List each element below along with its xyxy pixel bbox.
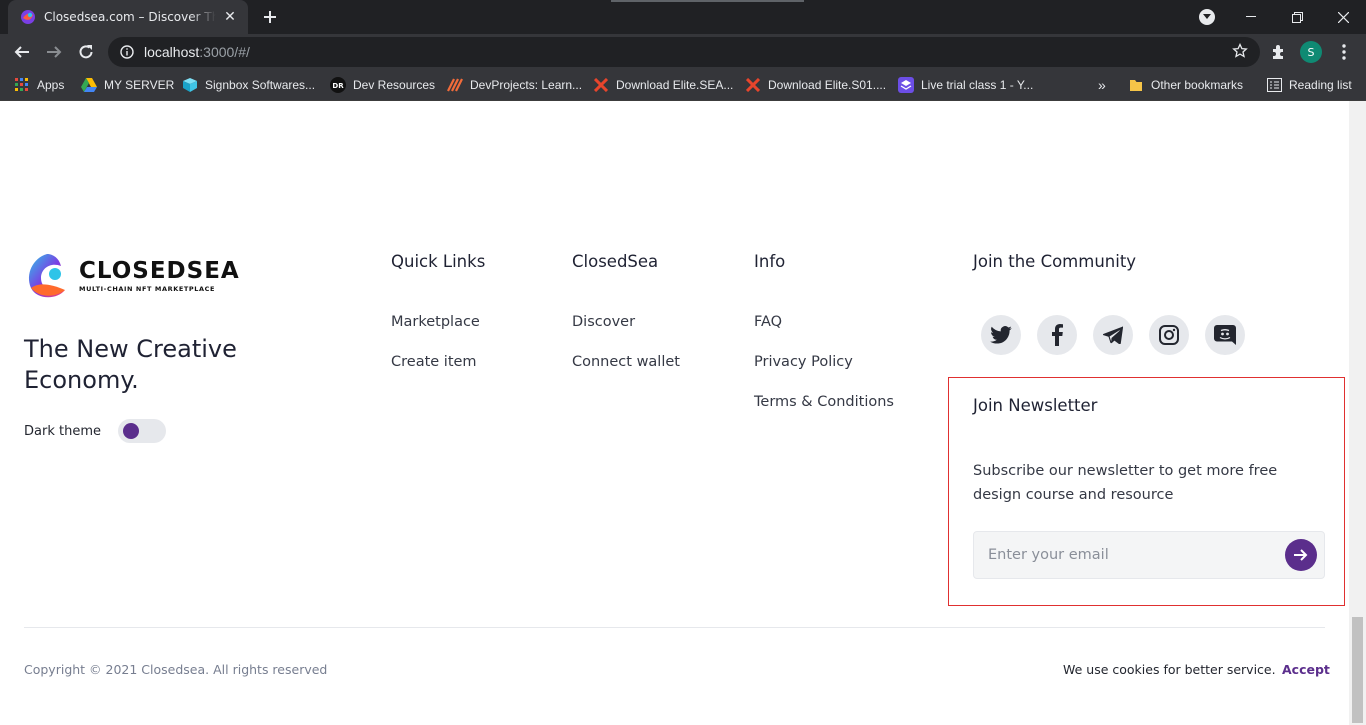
closedsea-logo-icon [28,254,65,298]
profile-avatar[interactable]: S [1300,41,1322,63]
twitter-link[interactable] [981,315,1021,355]
more-menu-icon[interactable] [1336,43,1352,61]
logo-wordmark: CLOSEDSEA MULTI-CHAIN NFT MARKETPLACE [79,259,240,293]
tab-search-dropdown-icon[interactable] [1199,9,1215,25]
url-text[interactable]: localhost:3000/#/ [144,44,250,60]
address-bar[interactable]: localhost:3000/#/ [108,37,1260,67]
page-viewport: CLOSEDSEA MULTI-CHAIN NFT MARKETPLACE Th… [0,101,1349,725]
facebook-link[interactable] [1037,315,1077,355]
layers-icon [898,77,914,93]
google-drive-icon [81,77,97,93]
info-icon[interactable] [120,45,134,59]
dr-icon: DR [330,77,346,93]
social-links [981,315,1261,355]
back-button[interactable] [10,40,34,64]
discord-icon [1214,325,1236,345]
newsletter-submit-button[interactable] [1285,539,1317,571]
closedsea-title: ClosedSea [572,252,659,271]
scrollbar-thumb[interactable] [1352,617,1363,723]
footer-divider [24,627,1325,628]
close-window-button[interactable] [1320,0,1366,34]
bookmark-download-elite-sea[interactable]: Download Elite.SEA... [593,70,733,100]
folder-icon [1128,77,1144,93]
reading-list-icon [1266,77,1282,93]
footer-headline: The New Creative Economy. [24,335,237,394]
cookie-notice: We use cookies for better service. [1063,662,1276,677]
bookmark-download-elite-s01[interactable]: Download Elite.S01.... [745,70,886,100]
dark-theme-label: Dark theme [24,423,101,439]
facebook-icon [1052,324,1063,346]
theme-toggle-row: Dark theme [24,419,166,443]
toggle-knob [122,423,139,439]
restore-button[interactable] [1274,0,1320,34]
reload-icon [79,45,93,59]
community-title: Join the Community [973,252,1137,271]
twitter-icon [990,326,1012,344]
restore-icon [1291,11,1303,23]
arrow-right-icon [1294,549,1308,561]
forward-button[interactable] [42,40,66,64]
info-title: Info [754,252,786,271]
bookmark-star-icon[interactable] [1232,43,1248,59]
devprojects-icon [447,77,463,93]
extensions-puzzle-icon[interactable] [1270,43,1288,61]
tab-title: Closedsea.com – Discover The Best NFTs [44,10,216,24]
copyright-text: Copyright © 2021 Closedsea. All rights r… [24,662,328,677]
close-icon [1337,11,1349,23]
page-scrollbar[interactable] [1349,101,1366,725]
bookmark-apps[interactable]: Apps [14,70,64,100]
telegram-icon [1103,326,1123,344]
telegram-link[interactable] [1093,315,1133,355]
minimize-button[interactable] [1228,0,1274,34]
newsletter-form [973,531,1325,579]
apps-grid-icon [14,77,30,93]
closedsea-favicon-icon [21,10,35,24]
browser-tabstrip: Closedsea.com – Discover The Best NFTs ✕ [0,0,1366,34]
instagram-link[interactable] [1149,315,1189,355]
logo-brand: CLOSEDSEA [79,258,240,284]
link-discover[interactable]: Discover [572,314,635,330]
accept-cookies-button[interactable]: Accept [1282,662,1330,677]
instagram-icon [1159,325,1179,345]
dark-theme-toggle[interactable] [117,419,166,443]
newsletter-title: Join Newsletter [973,396,1098,415]
bookmark-devprojects[interactable]: DevProjects: Learn... [447,70,582,100]
window-drag-indicator [611,0,804,2]
bookmark-dev-resources[interactable]: DR Dev Resources [330,70,435,100]
link-faq[interactable]: FAQ [754,314,782,330]
link-privacy-policy[interactable]: Privacy Policy [754,354,853,370]
email-input[interactable] [974,532,1274,578]
plus-icon [264,11,276,23]
bookmark-signbox[interactable]: Signbox Softwares... [182,70,315,100]
arrow-left-icon [14,46,29,58]
browser-tab[interactable]: Closedsea.com – Discover The Best NFTs ✕ [8,0,248,34]
tab-close-icon[interactable]: ✕ [222,9,238,25]
signbox-icon [182,77,198,93]
newsletter-description: Subscribe our newsletter to get more fre… [973,463,1278,503]
discord-link[interactable] [1205,315,1245,355]
site-logo[interactable]: CLOSEDSEA MULTI-CHAIN NFT MARKETPLACE [25,252,240,300]
link-marketplace[interactable]: Marketplace [391,314,480,330]
bookmark-my-server[interactable]: MY SERVER [81,70,174,100]
link-create-item[interactable]: Create item [391,354,477,370]
browser-toolbar: localhost:3000/#/ S [0,34,1366,70]
quick-links-title: Quick Links [391,252,486,271]
arrow-right-icon [47,46,62,58]
link-connect-wallet[interactable]: Connect wallet [572,354,680,370]
new-tab-button[interactable] [258,5,282,29]
bookmark-live-trial[interactable]: Live trial class 1 - Y... [898,70,1033,100]
other-bookmarks-folder[interactable]: Other bookmarks [1128,70,1243,100]
link-terms-conditions[interactable]: Terms & Conditions [754,394,894,410]
x-logo-icon [593,77,609,93]
reading-list-button[interactable]: Reading list [1266,70,1352,100]
bookmarks-bar: Apps MY SERVER Signbox Softwares... DR D… [0,70,1366,101]
x-logo-icon [745,77,761,93]
svg-text:DR: DR [332,82,344,90]
bookmarks-overflow-button[interactable]: » [1098,70,1106,100]
logo-tagline: MULTI-CHAIN NFT MARKETPLACE [79,285,216,293]
minimize-icon [1246,16,1256,17]
reload-button[interactable] [74,40,98,64]
